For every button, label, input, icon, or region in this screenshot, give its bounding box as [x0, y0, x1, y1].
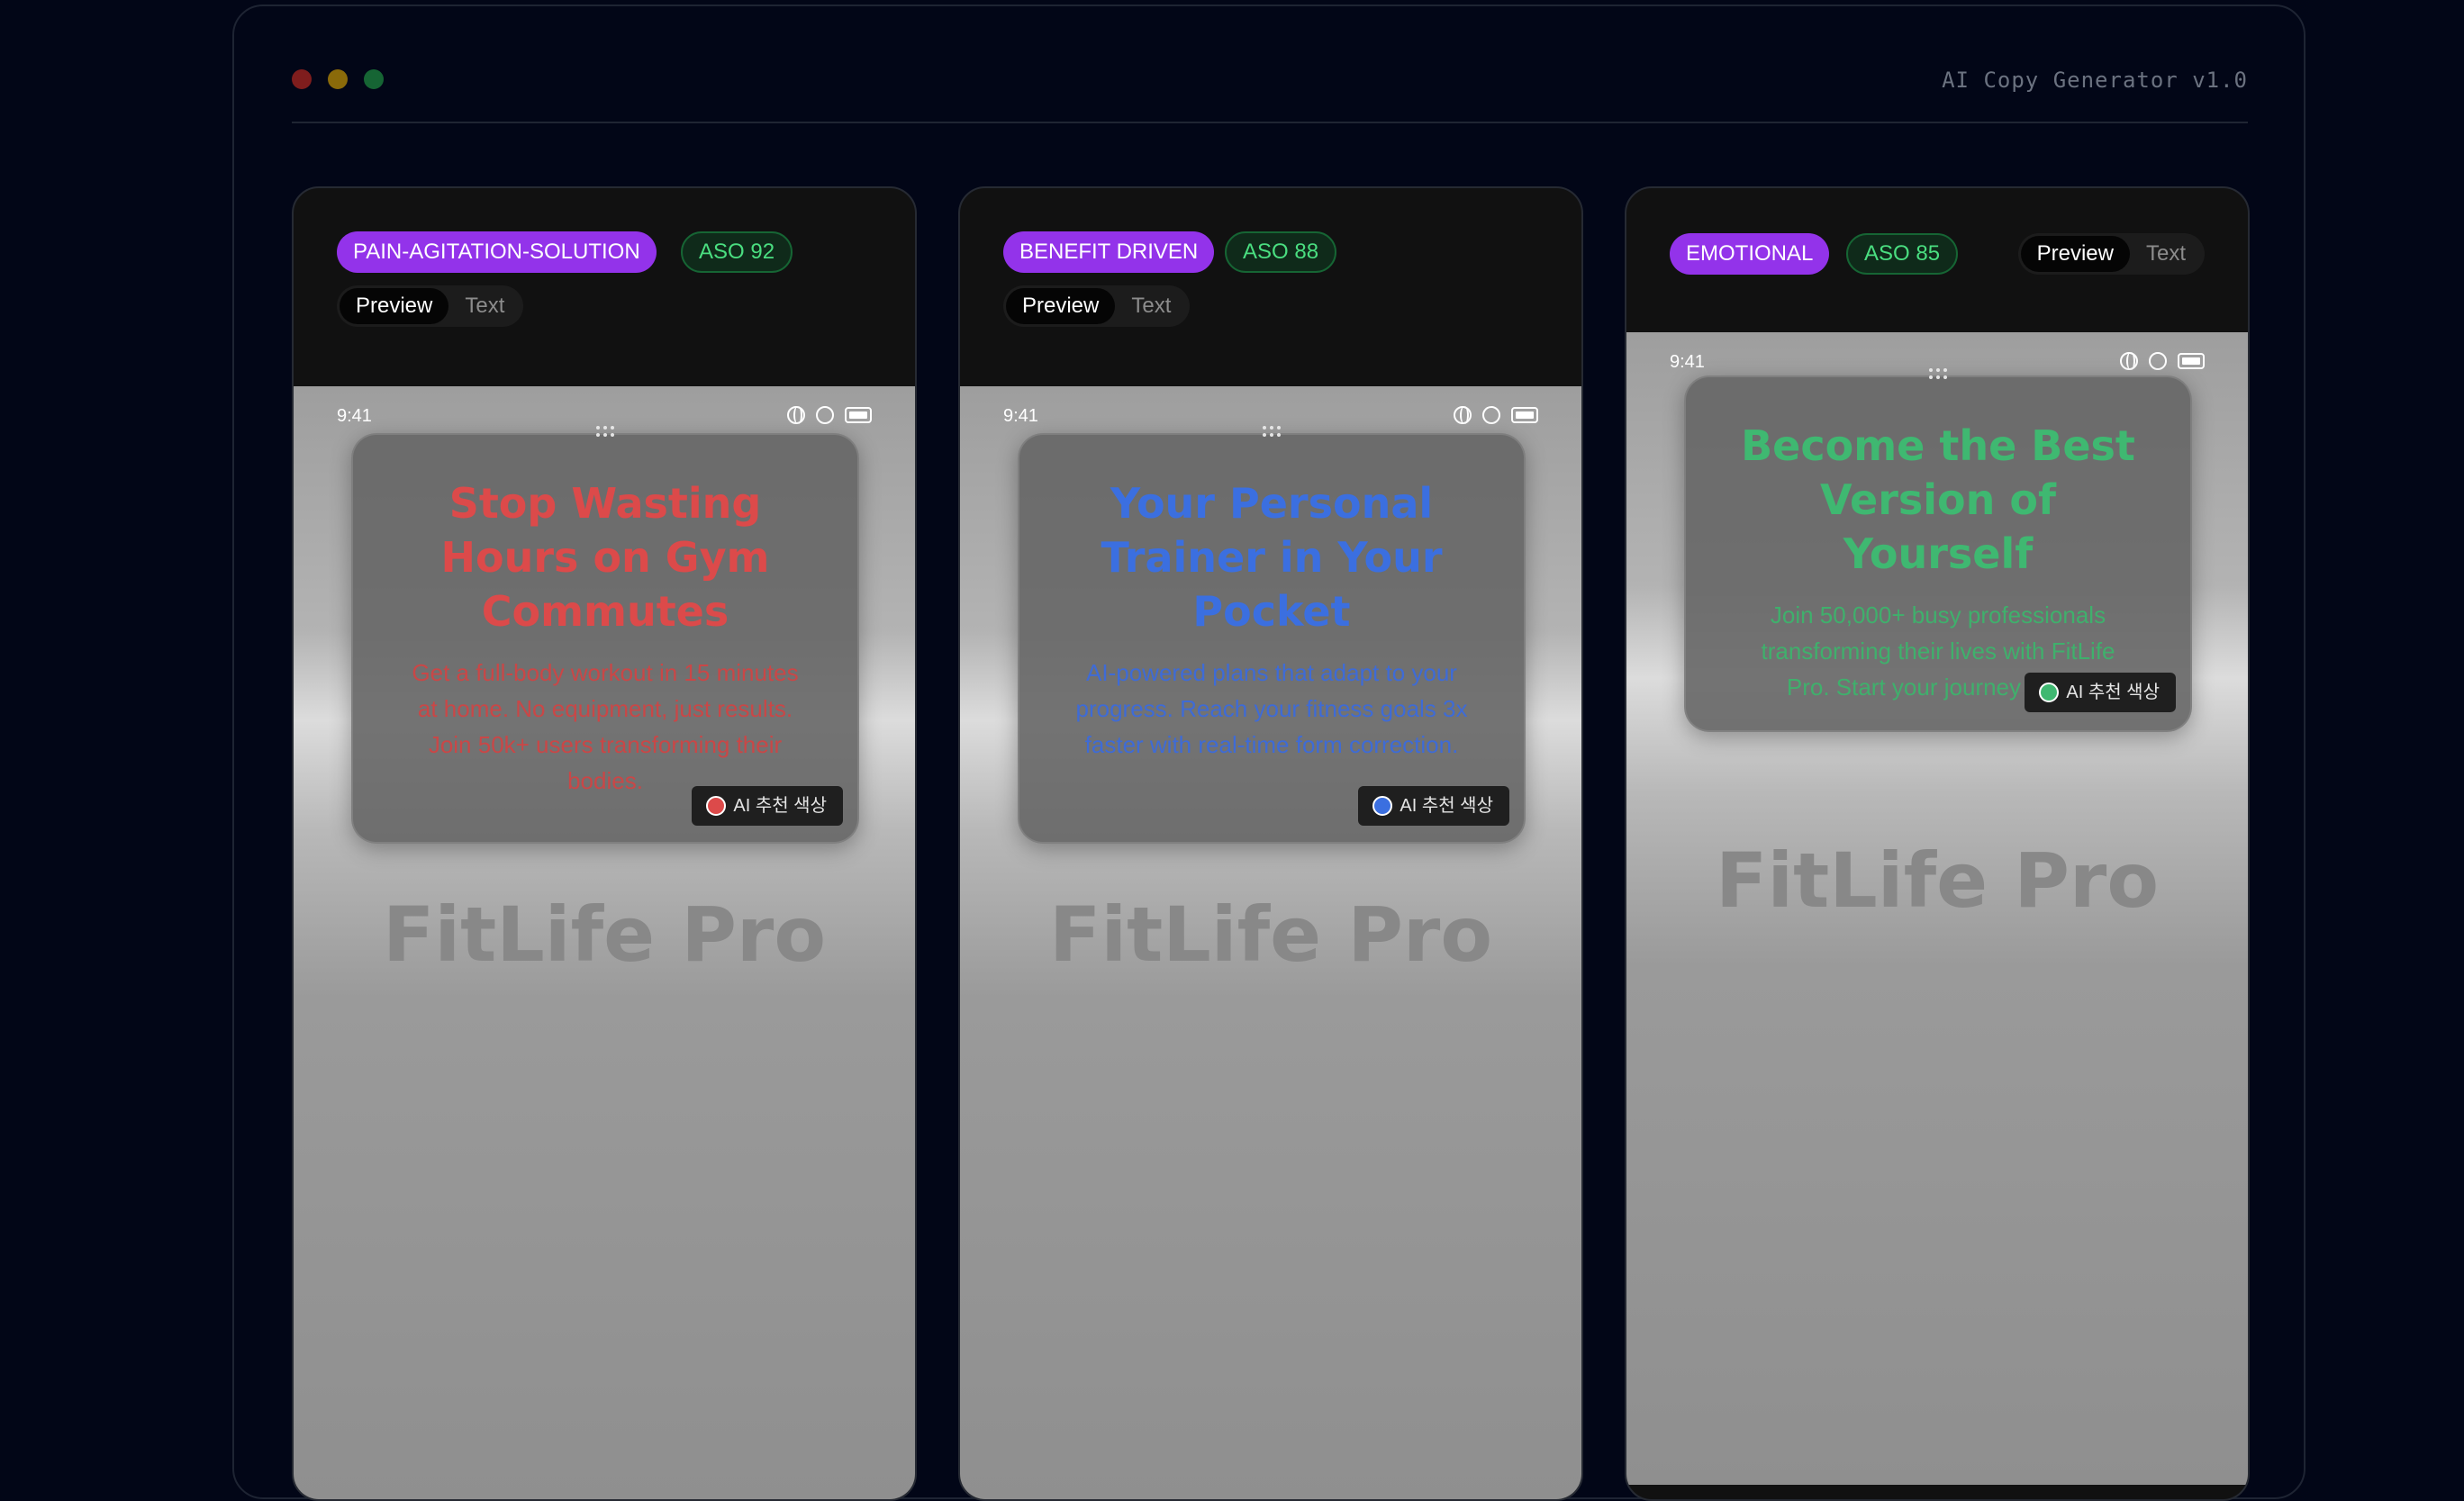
- app-title: AI Copy Generator v1.0: [1942, 68, 2248, 93]
- text-tab[interactable]: Text: [448, 288, 521, 324]
- aso-score-badge: ASO 88: [1225, 231, 1337, 273]
- globe-icon: [1454, 406, 1472, 424]
- subtext: Get a full-body workout in 15 minutes at…: [412, 659, 799, 794]
- ai-badge-label: AI 추천 색상: [733, 796, 827, 816]
- battery-icon: [2178, 353, 2205, 369]
- app-name: FitLife Pro: [382, 891, 827, 979]
- globe-icon: [2120, 352, 2138, 370]
- strategy-badge: PAIN-AGITATION-SOLUTION: [337, 231, 657, 273]
- minimize-window-dot[interactable]: [328, 69, 348, 89]
- ai-badge-label: AI 추천 색상: [2066, 683, 2160, 702]
- copy-card-1: PAIN-AGITATION-SOLUTION ASO 92 Preview T…: [292, 186, 917, 1501]
- strategy-badge: BENEFIT DRIVEN: [1003, 231, 1215, 273]
- app-window: AI Copy Generator v1.0 PAIN-AGITATION-SO…: [232, 5, 2305, 1501]
- copy-overlay[interactable]: Your Personal Trainer in Your Pocket AI-…: [1018, 426, 1526, 844]
- battery-icon: [1511, 407, 1538, 423]
- aso-score-badge: ASO 92: [681, 231, 793, 273]
- copy-card-3: EMOTIONAL ASO 85 Preview Text 9:41 Becom…: [1625, 186, 2250, 1501]
- copy-overlay[interactable]: Stop Wasting Hours on Gym Commutes Get a…: [351, 426, 859, 844]
- drag-handle-icon[interactable]: [1259, 424, 1284, 439]
- copy-overlay[interactable]: Become the Best Version of Yourself Join…: [1684, 368, 2192, 732]
- phone-preview: 9:41 Stop Wasting Hours on Gym Commutes …: [294, 386, 915, 1499]
- circle-icon: [1482, 406, 1500, 424]
- status-time: 9:41: [1670, 352, 1705, 372]
- maximize-window-dot[interactable]: [364, 69, 384, 89]
- strategy-badge: EMOTIONAL: [1670, 233, 1830, 275]
- drag-handle-icon[interactable]: [593, 424, 618, 439]
- color-swatch-icon: [706, 796, 727, 816]
- view-toggle: Preview Text: [1003, 285, 1191, 327]
- phone-preview: 9:41 Become the Best Version of Yourself…: [1626, 332, 2248, 1485]
- color-swatch-icon: [2039, 683, 2060, 702]
- preview-tab[interactable]: Preview: [1006, 288, 1116, 324]
- headline-text: Stop Wasting Hours on Gym Commutes: [440, 479, 770, 636]
- ai-color-badge[interactable]: AI 추천 색상: [2025, 673, 2176, 712]
- view-toggle: Preview Text: [337, 285, 524, 327]
- text-tab[interactable]: Text: [2130, 236, 2202, 272]
- battery-icon: [845, 407, 872, 423]
- phone-preview: 9:41 Your Personal Trainer in Your Pocke…: [960, 386, 1581, 1499]
- ai-color-badge[interactable]: AI 추천 색상: [1358, 786, 1509, 826]
- headline-text: Your Personal Trainer in Your Pocket: [1101, 479, 1443, 636]
- app-name: FitLife Pro: [1048, 891, 1493, 979]
- headline-text: Become the Best Version of Yourself: [1741, 421, 2135, 578]
- title-bar: AI Copy Generator v1.0: [292, 6, 2248, 123]
- app-name: FitLife Pro: [1715, 836, 2160, 925]
- subtext: AI-powered plans that adapt to your prog…: [1075, 659, 1468, 758]
- circle-icon: [2149, 352, 2167, 370]
- text-tab[interactable]: Text: [1115, 288, 1187, 324]
- view-toggle: Preview Text: [2017, 233, 2205, 275]
- copy-card-2: BENEFIT DRIVEN ASO 88 Preview Text 9:41 …: [958, 186, 1583, 1501]
- circle-icon: [816, 406, 834, 424]
- ai-badge-label: AI 추천 색상: [1400, 796, 1493, 816]
- ai-color-badge[interactable]: AI 추천 색상: [692, 786, 843, 826]
- status-time: 9:41: [1003, 406, 1038, 426]
- close-window-dot[interactable]: [292, 69, 312, 89]
- drag-handle-icon[interactable]: [1925, 366, 1951, 381]
- aso-score-badge: ASO 85: [1846, 233, 1959, 275]
- preview-tab[interactable]: Preview: [2020, 236, 2130, 272]
- globe-icon: [787, 406, 805, 424]
- color-swatch-icon: [1372, 796, 1393, 816]
- status-time: 9:41: [337, 406, 372, 426]
- preview-tab[interactable]: Preview: [340, 288, 449, 324]
